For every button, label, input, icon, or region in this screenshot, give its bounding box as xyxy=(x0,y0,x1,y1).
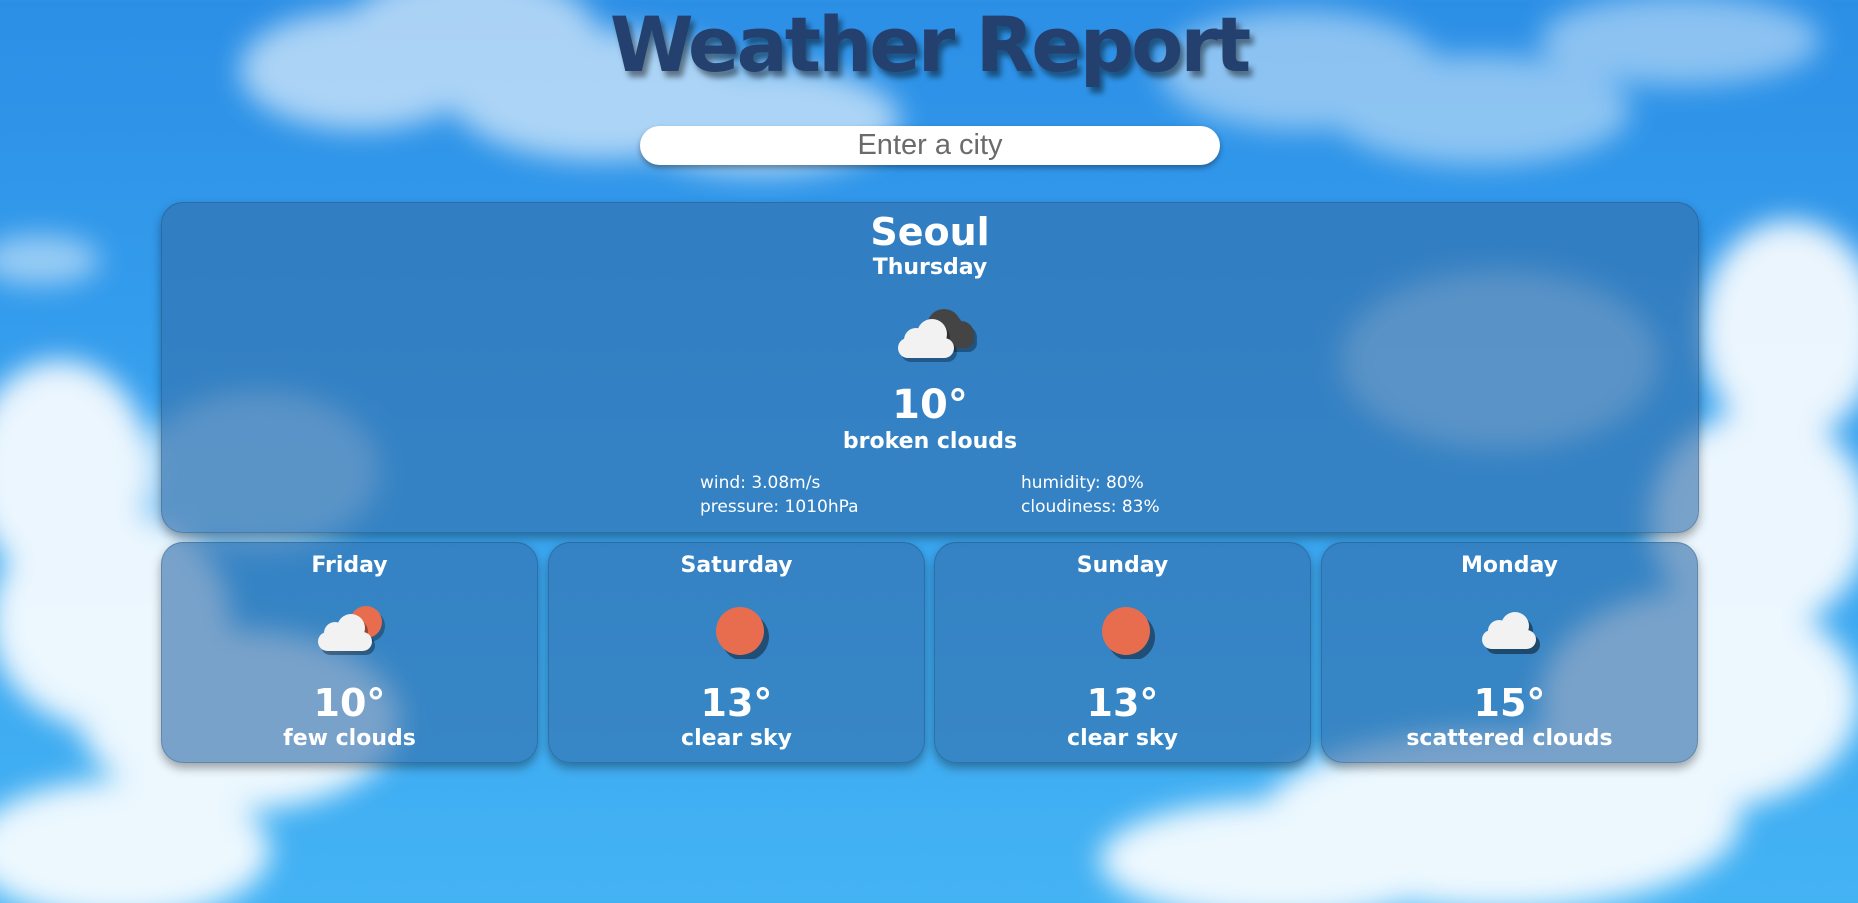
current-temperature: 10° xyxy=(892,382,968,428)
cloudiness-stat: cloudiness: 83% xyxy=(1021,497,1160,517)
forecast-card-monday: Monday 15° scattered clouds xyxy=(1321,542,1698,763)
forecast-card-saturday: Saturday 13° clear sky xyxy=(548,542,925,763)
forecast-description: few clouds xyxy=(283,726,416,751)
forecast-day: Friday xyxy=(311,553,388,578)
wind-stat: wind: 3.08m/s xyxy=(700,473,821,493)
current-weather-card: Seoul Thursday 10° broken clouds wind: 3… xyxy=(161,202,1699,533)
forecast-day: Saturday xyxy=(680,553,793,578)
broken-clouds-icon xyxy=(898,309,977,362)
current-description: broken clouds xyxy=(842,429,1018,454)
clear-sky-icon xyxy=(1102,607,1155,659)
current-day: Thursday xyxy=(872,255,988,280)
forecast-description: clear sky xyxy=(681,726,792,751)
forecast-card-friday: Friday 10° few clouds xyxy=(161,542,538,763)
scattered-clouds-icon xyxy=(1482,612,1540,654)
forecast-temperature: 13° xyxy=(1086,681,1159,725)
forecast-temperature: 13° xyxy=(700,681,773,725)
clear-sky-icon xyxy=(716,607,769,659)
humidity-stat: humidity: 80% xyxy=(1021,473,1144,493)
forecast-day: Sunday xyxy=(1076,553,1169,578)
stats-left: wind: 3.08m/s pressure: 1010hPa xyxy=(700,471,859,519)
city-search-input[interactable] xyxy=(640,126,1220,165)
pressure-stat: pressure: 1010hPa xyxy=(700,497,859,517)
page-title: Weather Report xyxy=(609,0,1251,89)
forecast-description: scattered clouds xyxy=(1406,726,1613,751)
forecast-day: Monday xyxy=(1461,553,1558,578)
stats-right: humidity: 80% cloudiness: 83% xyxy=(1021,471,1160,519)
forecast-temperature: 15° xyxy=(1473,681,1546,725)
city-name: Seoul xyxy=(870,210,990,254)
few-clouds-icon xyxy=(318,606,385,655)
forecast-temperature: 10° xyxy=(313,681,386,725)
forecast-description: clear sky xyxy=(1067,726,1178,751)
forecast-card-sunday: Sunday 13° clear sky xyxy=(934,542,1311,763)
